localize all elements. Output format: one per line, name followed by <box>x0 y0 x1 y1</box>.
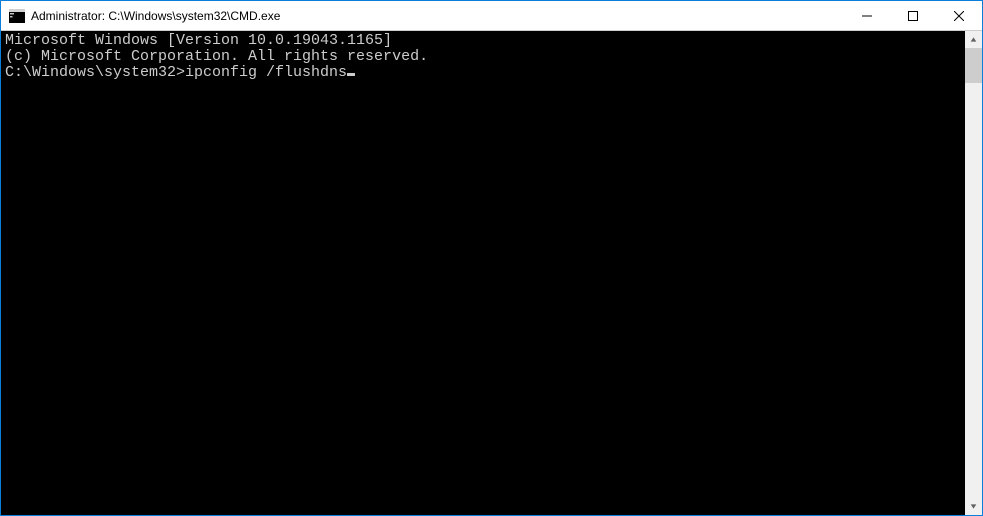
cmd-icon <box>9 8 25 24</box>
vertical-scrollbar[interactable] <box>965 31 982 515</box>
maximize-button[interactable] <box>890 1 936 30</box>
minimize-button[interactable] <box>844 1 890 30</box>
titlebar[interactable]: Administrator: C:\Windows\system32\CMD.e… <box>1 1 982 31</box>
terminal-prompt-line: C:\Windows\system32>ipconfig /flushdns <box>5 65 965 81</box>
scroll-down-button[interactable] <box>965 498 982 515</box>
terminal-prompt: C:\Windows\system32> <box>5 64 185 81</box>
terminal-line: (c) Microsoft Corporation. All rights re… <box>5 49 965 65</box>
window-title: Administrator: C:\Windows\system32\CMD.e… <box>31 9 844 23</box>
client-area: Microsoft Windows [Version 10.0.19043.11… <box>1 31 982 515</box>
scroll-thumb[interactable] <box>965 48 982 83</box>
cmd-window: Administrator: C:\Windows\system32\CMD.e… <box>0 0 983 516</box>
terminal-line: Microsoft Windows [Version 10.0.19043.11… <box>5 33 965 49</box>
terminal-command: ipconfig /flushdns <box>185 64 347 81</box>
window-controls <box>844 1 982 30</box>
terminal-cursor <box>347 73 355 76</box>
terminal-output[interactable]: Microsoft Windows [Version 10.0.19043.11… <box>1 31 965 515</box>
scroll-up-button[interactable] <box>965 31 982 48</box>
close-button[interactable] <box>936 1 982 30</box>
scroll-track[interactable] <box>965 48 982 498</box>
